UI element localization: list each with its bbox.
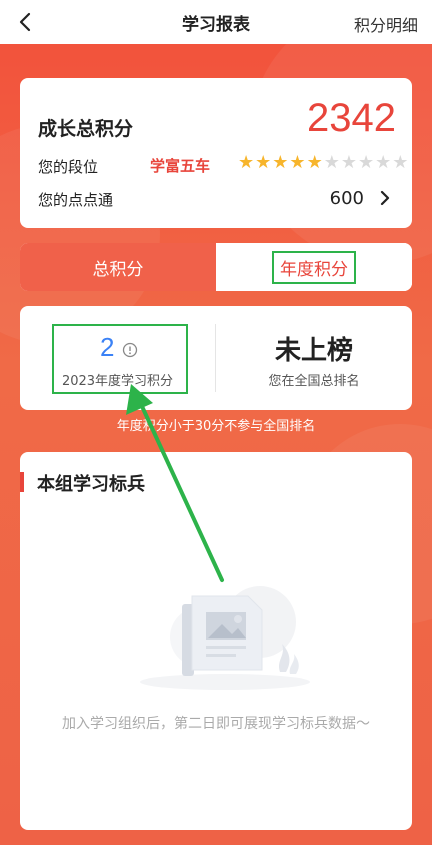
points-label: 您的点点通	[38, 191, 114, 209]
rank-stars: ★ ★ ★ ★ ★ ★ ★ ★ ★ ★	[238, 152, 408, 174]
annual-score-block: 2 2023年度学习积分	[20, 306, 215, 410]
star-filled-icon: ★	[289, 152, 306, 173]
rank-label: 您的段位	[38, 158, 99, 176]
watermark: Bai 经验	[357, 817, 406, 832]
total-score-value: 2342	[307, 96, 396, 140]
star-empty-icon: ★	[340, 152, 357, 173]
total-score-label: 成长总积分	[38, 118, 134, 140]
empty-state-illustration	[140, 586, 310, 690]
star-empty-icon: ★	[323, 152, 340, 173]
empty-state-text: 加入学习组织后，第二日即可展现学习标兵数据～	[62, 716, 370, 732]
national-rank-status: 未上榜	[274, 336, 353, 366]
group-section-title: 本组学习标兵	[37, 474, 145, 495]
group-top-learners-card: 本组学习标兵 加入学习组织后，第二日即可展现学习标兵数据～	[20, 452, 412, 830]
points-detail-link[interactable]: 积分明细	[354, 12, 418, 36]
info-icon[interactable]	[122, 342, 138, 358]
back-arrow-icon[interactable]	[14, 10, 38, 34]
tab-annual-score-label: 年度积分	[272, 250, 356, 284]
star-empty-icon: ★	[375, 152, 392, 173]
tab-total-score-label: 总积分	[92, 259, 144, 280]
star-filled-icon: ★	[306, 152, 323, 173]
ranking-notice: 年度积分小于30分不参与全国排名	[116, 419, 316, 434]
tab-annual-score[interactable]: 年度积分	[216, 243, 412, 291]
annual-score-card: 2 2023年度学习积分 未上榜 您在全国总排名	[20, 306, 412, 410]
chevron-right-icon[interactable]	[378, 189, 392, 207]
star-filled-icon: ★	[255, 152, 272, 173]
points-value: 600	[329, 188, 364, 209]
page-title: 学习报表	[182, 14, 250, 35]
star-empty-icon: ★	[357, 152, 375, 173]
star-filled-icon: ★	[272, 152, 289, 173]
score-tabs: 总积分 年度积分	[20, 243, 412, 291]
total-score-card: 成长总积分 2342 您的段位 学富五车 ★ ★ ★ ★ ★ ★ ★ ★ ★ ★ 您的点点通 60…	[20, 78, 412, 228]
section-accent-bar	[20, 472, 24, 492]
tab-total-score[interactable]: 总积分	[20, 243, 216, 291]
rank-name: 学富五车	[150, 157, 211, 175]
star-filled-icon: ★	[238, 152, 255, 173]
star-empty-icon: ★	[392, 152, 409, 173]
top-nav-bar: 学习报表 积分明细	[0, 0, 432, 44]
national-rank-label: 您在全国总排名	[268, 374, 360, 389]
annual-score-label: 2023年度学习积分	[61, 374, 174, 389]
annual-score-value: 2	[100, 332, 115, 362]
